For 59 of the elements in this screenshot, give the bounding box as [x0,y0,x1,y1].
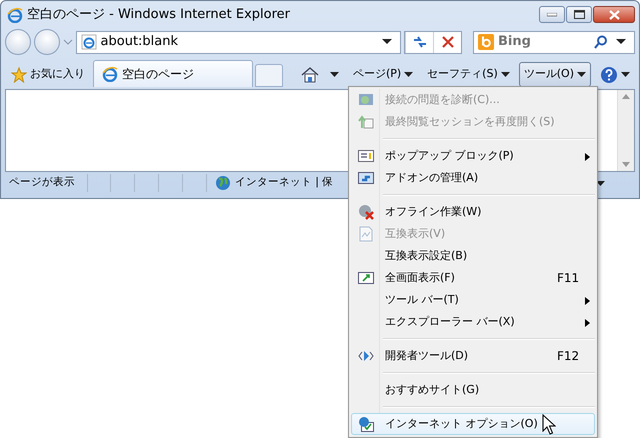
caret-icon [577,72,586,77]
maximize-icon [574,10,584,19]
caret-icon [330,72,339,77]
address-bar[interactable]: about:blank [76,30,401,54]
favorites-button[interactable]: お気に入り [5,62,91,87]
caret-icon [500,72,510,77]
developer-icon [358,348,374,364]
minimize-icon [547,12,557,16]
caret-icon [404,72,414,77]
address-field[interactable]: about:blank [96,32,382,52]
options-icon [358,416,374,432]
mouse-pointer-icon [542,414,556,436]
shortcut-text: F12 [557,348,580,365]
command-menu-button[interactable]: ページ(P) [348,62,418,87]
search-provider-icon [478,34,494,50]
caret-icon [621,72,630,77]
search-box[interactable]: Bing [473,30,635,54]
stop-icon [442,36,454,48]
home-icon [300,66,319,82]
browser-logo-icon [102,66,118,82]
window-title: 空白のページ - Windows Internet Explorer [27,6,290,24]
compat-icon [358,226,374,242]
puzzle-icon [358,170,374,186]
globe-icon [215,175,231,191]
search-field[interactable]: Bing [494,32,594,52]
diagnose-icon [358,92,374,108]
search-icon[interactable] [594,35,608,49]
menu-item[interactable]: 全画面表示(F) F11 [351,267,595,289]
offline-icon [358,204,374,220]
security-zone-text: インターネット | 保 [235,175,334,190]
status-pane [87,174,111,192]
maximize-button[interactable] [566,6,592,23]
close-button[interactable] [593,6,635,23]
popup-icon [358,148,374,164]
menu-item[interactable]: 開発者ツール(D) F12 [351,345,595,367]
browser-tab[interactable]: 空白のページ [93,60,253,87]
close-icon [608,10,620,20]
caret-icon[interactable] [382,39,392,45]
fullscreen-icon [358,270,374,286]
star-icon [11,66,27,82]
status-text: ページが表示 [8,175,76,190]
menu-item[interactable]: おすすめサイト(G) [351,379,595,401]
refresh-icon [412,35,428,49]
page-icon [80,34,97,50]
command-menu-button[interactable]: セーフティ(S) [422,62,515,87]
menu-item[interactable]: ツール バー(T) [351,289,595,311]
reopen-icon [358,114,374,130]
menu-item[interactable]: エクスプローラー バー(X) [351,311,595,333]
menu-item[interactable]: 互換表示設定(B) [351,245,595,267]
shortcut-text: F11 [557,270,580,287]
caret-icon[interactable] [616,39,626,45]
menu-item[interactable]: ポップアップ ブロック(P) [351,145,595,167]
menu-item[interactable]: オフライン作業(W) [351,201,595,223]
menu-item[interactable]: アドオンの管理(A) [351,167,595,189]
minimize-button[interactable] [539,6,565,23]
help-icon [600,66,618,84]
command-menu-button[interactable]: ツール(O) [518,62,591,87]
browser-logo-icon [7,6,23,22]
menu-item[interactable]: インターネット オプション(O) [351,413,595,435]
